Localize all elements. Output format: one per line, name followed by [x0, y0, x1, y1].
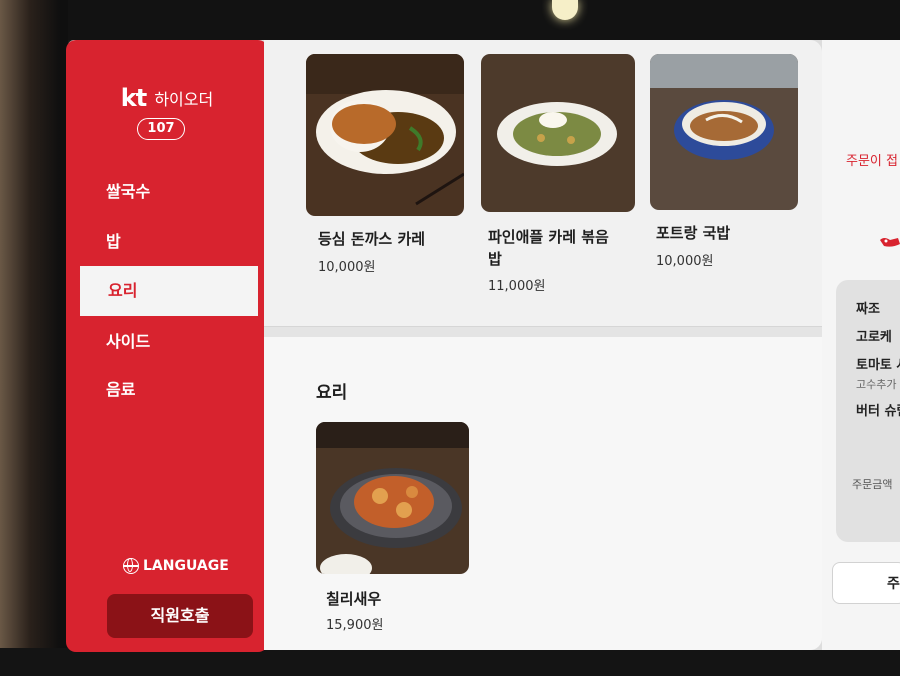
- nav-item-side[interactable]: 사이드: [66, 320, 268, 364]
- language-button[interactable]: LANGUAGE: [123, 558, 229, 574]
- order-total-label: 주문금액: [852, 478, 893, 491]
- kt-logo: kt: [120, 84, 147, 112]
- cart-item[interactable]: 토마토 샤: [856, 354, 900, 373]
- brand-logo: kt 하이오더: [66, 84, 268, 112]
- mascot-icon: [880, 238, 900, 247]
- menu-item-price: 10,000원: [318, 260, 376, 275]
- menu-item-name: 파인애플 카레 볶음 밥: [488, 228, 609, 268]
- menu-item-name: 칠리새우: [326, 590, 382, 608]
- order-button-label: 주: [887, 576, 900, 592]
- order-status-text: 주문이 접: [846, 154, 898, 169]
- nav-item-rice[interactable]: 밥: [66, 220, 268, 264]
- order-button[interactable]: 주: [832, 562, 900, 604]
- pho-gukbap-photo[interactable]: [650, 54, 798, 210]
- call-staff-button[interactable]: 직원호출: [107, 594, 253, 638]
- menu-item-name: 등심 돈까스 카레: [318, 230, 426, 248]
- cart-item-option: 고수추가: [856, 378, 897, 391]
- cart-list: 짜조 고로케 토마토 샤 고수추가 버터 슈림: [836, 280, 900, 542]
- table-number-badge: 107: [137, 118, 185, 140]
- cart-item[interactable]: 고로케: [856, 326, 892, 345]
- menu-item-name: 포트랑 국밥: [656, 224, 731, 242]
- order-panel: 주문이 접 짜조 고로케 토마토 샤 고수추가 버터 슈림 주문금액 주: [822, 40, 900, 650]
- menu-content: 등심 돈까스 카레 10,000원 파인애플 카레 볶음 밥 11,000원 포…: [264, 40, 822, 650]
- brand-name: 하이오더: [154, 90, 214, 109]
- menu-item-price: 15,900원: [326, 618, 384, 633]
- nav-item-dishes[interactable]: 요리: [76, 266, 258, 316]
- section-title: 요리: [316, 383, 348, 403]
- device-bezel-top: [0, 0, 900, 40]
- pineapple-curry-fried-rice-photo[interactable]: [481, 54, 635, 212]
- cart-item[interactable]: 짜조: [856, 298, 880, 317]
- section-divider: [264, 326, 822, 337]
- nav-item-drinks[interactable]: 음료: [66, 368, 268, 412]
- cart-item[interactable]: 버터 슈림: [856, 400, 900, 419]
- nav-item-rice-noodle[interactable]: 쌀국수: [66, 170, 268, 214]
- chili-shrimp-photo[interactable]: [316, 422, 469, 574]
- menu-item-price: 10,000원: [656, 254, 714, 269]
- tonkatsu-curry-photo[interactable]: [306, 54, 464, 216]
- sidebar: kt 하이오더 107 쌀국수 밥 요리 사이드 음료 LANGUAGE 직원호…: [66, 40, 268, 652]
- globe-icon: [123, 558, 139, 574]
- device-bezel-left: [0, 0, 68, 676]
- menu-item-price: 11,000원: [488, 279, 546, 294]
- device-bezel-bottom: [0, 648, 900, 676]
- language-label: LANGUAGE: [143, 558, 229, 574]
